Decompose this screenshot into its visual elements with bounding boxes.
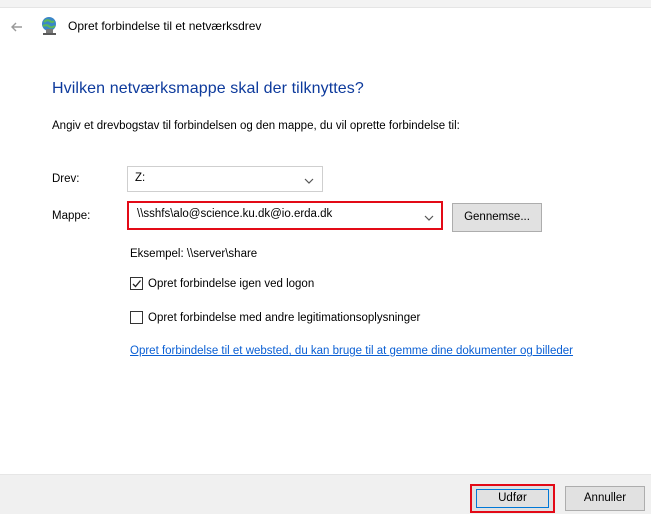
browse-button[interactable]: Gennemse...	[452, 203, 542, 232]
folder-input[interactable]: \\sshfs\alo@science.ku.dk@io.erda.dk	[127, 201, 443, 230]
back-arrow-icon[interactable]	[6, 16, 28, 38]
folder-label: Mappe:	[52, 210, 91, 222]
drive-select[interactable]: Z:	[127, 166, 323, 192]
chevron-down-icon[interactable]	[424, 210, 434, 221]
folder-input-value: \\sshfs\alo@science.ku.dk@io.erda.dk	[137, 208, 333, 220]
cancel-button[interactable]: Annuller	[565, 486, 645, 511]
chevron-down-icon	[304, 173, 314, 184]
page-heading: Hvilken netværksmappe skal der tilknytte…	[52, 80, 364, 97]
reconnect-label[interactable]: Opret forbindelse igen ved logon	[148, 278, 314, 290]
instruction-text: Angiv et drevbogstav til forbindelsen og…	[52, 120, 460, 132]
other-credentials-label[interactable]: Opret forbindelse med andre legitimation…	[148, 312, 420, 324]
window-top-edge	[0, 0, 651, 8]
finish-button-label: Udfør	[498, 492, 527, 504]
drive-select-value: Z:	[135, 172, 146, 184]
other-credentials-checkbox[interactable]	[130, 311, 143, 324]
network-drive-icon	[38, 15, 60, 37]
example-text: Eksempel: \\server\share	[130, 248, 258, 260]
finish-button[interactable]: Udfør	[470, 484, 555, 513]
reconnect-checkbox[interactable]	[130, 277, 143, 290]
website-link[interactable]: Opret forbindelse til et websted, du kan…	[130, 343, 620, 360]
window-title: Opret forbindelse til et netværksdrev	[68, 19, 262, 33]
drive-label: Drev:	[52, 173, 80, 185]
